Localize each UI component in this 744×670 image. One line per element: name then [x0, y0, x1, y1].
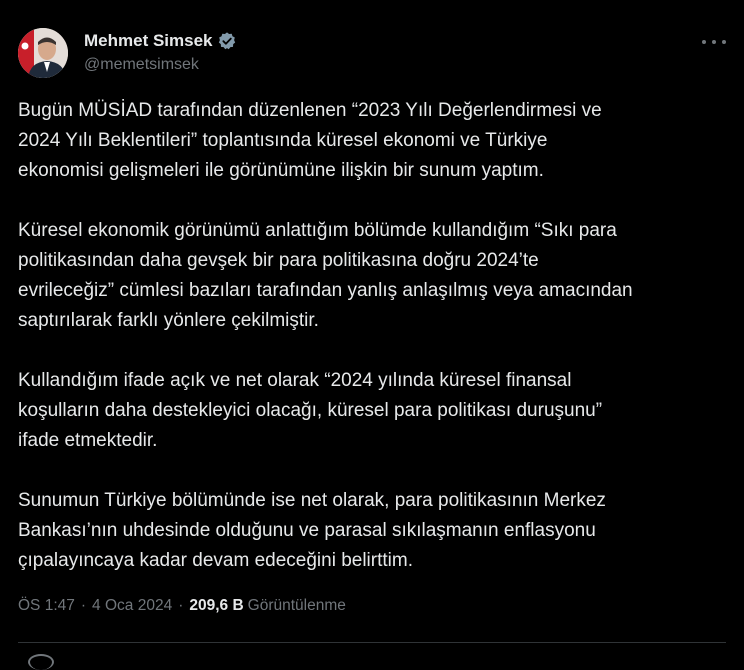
- tweet-time[interactable]: ÖS 1:47: [18, 597, 75, 615]
- more-options-icon[interactable]: [702, 32, 726, 52]
- author-avatar[interactable]: [18, 28, 68, 78]
- tweet-date[interactable]: 4 Oca 2024: [92, 597, 172, 615]
- tweet-paragraph: Küresel ekonomik görünümü anlattığım böl…: [18, 220, 633, 331]
- author-info: Mehmet Simsek @memetsimsek: [84, 30, 237, 74]
- more-dot: [702, 40, 706, 44]
- author-handle[interactable]: @memetsimsek: [84, 56, 237, 74]
- tweet-header: Mehmet Simsek @memetsimsek: [18, 28, 726, 80]
- tweet-metadata: ÖS 1:47 · 4 Oca 2024 · 209,6 B Görüntüle…: [18, 597, 346, 615]
- more-dot: [712, 40, 716, 44]
- reply-icon[interactable]: [28, 654, 54, 670]
- tweet-detail: Mehmet Simsek @memetsimsek Bugün MÜSİAD …: [0, 0, 744, 670]
- avatar-photo-icon: [18, 28, 68, 78]
- tweet-paragraph: Bugün MÜSİAD tarafından düzenlenen “2023…: [18, 100, 602, 181]
- meta-separator: ·: [80, 597, 87, 614]
- more-dot: [722, 40, 726, 44]
- tweet-paragraph: Sunumun Türkiye bölümünde ise net olarak…: [18, 490, 606, 571]
- author-name-row: Mehmet Simsek: [84, 30, 237, 52]
- divider: [18, 642, 726, 643]
- meta-separator: ·: [178, 597, 184, 614]
- verified-badge-icon[interactable]: [217, 31, 237, 51]
- views-label: Görüntülenme: [247, 597, 346, 614]
- tweet-paragraph: Kullandığım ifade açık ve net olarak “20…: [18, 370, 603, 451]
- views-count[interactable]: 209,6 B: [189, 597, 243, 615]
- tweet-text: Bugün MÜSİAD tarafından düzenlenen “2023…: [18, 96, 730, 606]
- author-display-name[interactable]: Mehmet Simsek: [84, 31, 213, 51]
